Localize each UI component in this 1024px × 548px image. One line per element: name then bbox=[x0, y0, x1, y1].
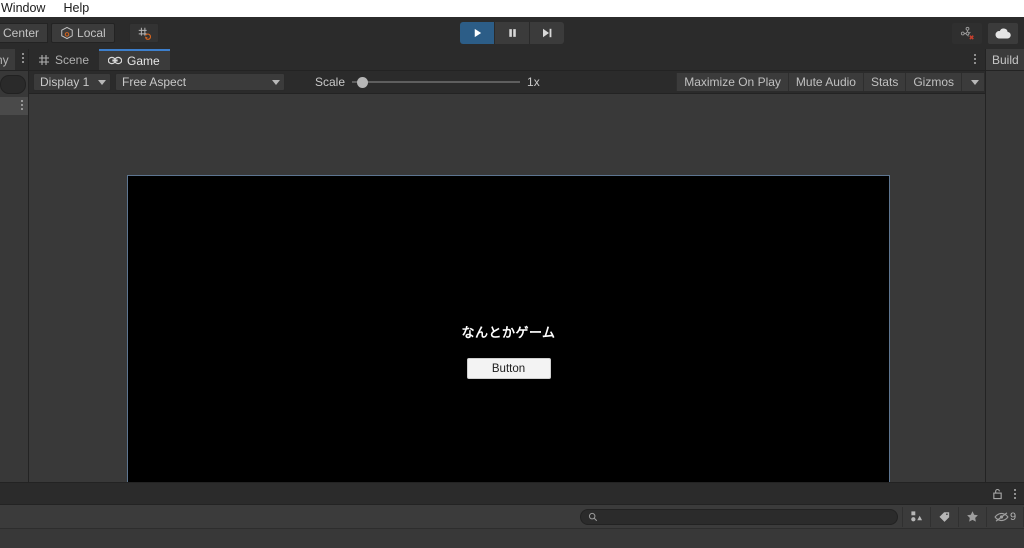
chevron-down-icon bbox=[971, 80, 979, 85]
project-tabbar bbox=[0, 483, 1024, 505]
play-icon bbox=[472, 27, 483, 39]
cloud-services-icon bbox=[994, 27, 1012, 40]
favorites-button[interactable] bbox=[958, 507, 986, 527]
hierarchy-search-input[interactable] bbox=[0, 75, 26, 94]
pivot-mode-label: Center bbox=[3, 26, 39, 40]
game-ui-button[interactable]: Button bbox=[467, 358, 551, 379]
os-menu-bar: Window Help bbox=[0, 0, 1024, 17]
scale-value: 1x bbox=[527, 75, 540, 89]
pivot-mode-button[interactable]: Center bbox=[0, 23, 48, 43]
menu-item-help[interactable]: Help bbox=[54, 0, 98, 17]
play-button[interactable] bbox=[460, 22, 495, 44]
pause-icon bbox=[507, 27, 518, 39]
project-tabbar-actions bbox=[992, 483, 1016, 504]
game-panel-tabstrip: Scene Game bbox=[29, 49, 986, 71]
grid-snap-icon bbox=[137, 26, 151, 40]
hidden-items-count: 9 bbox=[1010, 511, 1016, 523]
filter-by-label-icon bbox=[938, 510, 951, 523]
maximize-on-play-toggle[interactable]: Maximize On Play bbox=[676, 73, 789, 91]
menu-item-window[interactable]: Window bbox=[0, 0, 54, 17]
filter-by-type-button[interactable] bbox=[902, 507, 930, 527]
game-view-toggles: Maximize On Play Mute Audio Stats Gizmos bbox=[676, 73, 984, 91]
project-search-field[interactable] bbox=[580, 509, 898, 525]
tab-build-label: Build bbox=[992, 53, 1019, 67]
lock-icon[interactable] bbox=[992, 488, 1003, 500]
cloud-services-button[interactable] bbox=[988, 23, 1018, 44]
hierarchy-selected-row[interactable] bbox=[0, 97, 28, 115]
tab-game-label: Game bbox=[127, 54, 160, 68]
tab-hierarchy-label: hy bbox=[0, 53, 9, 67]
game-view-toolbar: Display 1 Free Aspect Scale 1x Maximize … bbox=[29, 71, 986, 94]
kebab-menu-icon bbox=[21, 53, 24, 63]
favorites-star-icon bbox=[966, 510, 979, 523]
scale-control: Scale 1x bbox=[315, 75, 540, 89]
inspector-tabbar: Build bbox=[986, 49, 1024, 71]
playback-controls bbox=[460, 22, 564, 44]
grid-snapping-button[interactable] bbox=[129, 23, 159, 43]
tab-scene-label: Scene bbox=[55, 53, 89, 67]
aspect-ratio-label: Free Aspect bbox=[122, 75, 186, 89]
tab-hierarchy[interactable]: hy bbox=[0, 49, 15, 70]
step-button[interactable] bbox=[530, 22, 564, 44]
step-icon bbox=[541, 27, 553, 39]
hierarchy-kebab-menu[interactable] bbox=[21, 53, 24, 63]
search-icon bbox=[588, 512, 598, 522]
scale-slider-thumb[interactable] bbox=[357, 77, 368, 88]
hidden-items-button[interactable]: 9 bbox=[986, 507, 1024, 527]
filter-by-label-button[interactable] bbox=[930, 507, 958, 527]
game-title-text: なんとかゲーム bbox=[128, 322, 889, 341]
handle-space-label: Local bbox=[77, 26, 106, 40]
kebab-menu-icon[interactable] bbox=[1013, 489, 1016, 499]
scale-slider[interactable] bbox=[352, 75, 520, 89]
tab-build[interactable]: Build bbox=[986, 49, 1024, 70]
aspect-ratio-dropdown[interactable]: Free Aspect bbox=[115, 73, 285, 91]
chevron-down-icon bbox=[98, 80, 106, 85]
scale-label: Scale bbox=[315, 75, 345, 89]
game-panel-kebab-menu[interactable] bbox=[973, 54, 976, 64]
stats-toggle[interactable]: Stats bbox=[864, 73, 906, 91]
pause-button[interactable] bbox=[495, 22, 530, 44]
cube-icon bbox=[60, 26, 74, 40]
hierarchy-row-kebab[interactable] bbox=[20, 100, 23, 110]
hidden-items-icon bbox=[994, 511, 1009, 523]
inspector-panel: Build bbox=[985, 49, 1024, 483]
playback-button-group bbox=[460, 22, 564, 44]
unity-editor-window: Window Help Center Local bbox=[0, 0, 1024, 547]
scene-grid-icon bbox=[38, 54, 50, 66]
gizmos-toggle[interactable]: Gizmos bbox=[906, 73, 962, 91]
filter-by-type-icon bbox=[910, 510, 923, 523]
collab-status-button[interactable] bbox=[952, 23, 982, 44]
gizmos-dropdown-button[interactable] bbox=[962, 73, 984, 91]
display-dropdown-label: Display 1 bbox=[40, 75, 89, 89]
game-view-body: なんとかゲーム Button bbox=[29, 94, 986, 483]
mute-audio-toggle[interactable]: Mute Audio bbox=[789, 73, 864, 91]
hierarchy-panel: hy bbox=[0, 49, 29, 483]
project-toolbar: 9 bbox=[0, 505, 1024, 529]
hierarchy-tabbar: hy bbox=[0, 49, 28, 71]
gamepad-icon bbox=[108, 55, 122, 66]
scale-slider-track bbox=[352, 81, 520, 83]
kebab-menu-icon bbox=[973, 54, 976, 64]
search-input[interactable] bbox=[598, 510, 890, 524]
collab-disconnected-icon bbox=[959, 25, 976, 42]
project-content-area bbox=[0, 529, 1024, 548]
toolbar-left-group: Center Local bbox=[0, 17, 159, 49]
tab-game[interactable]: Game bbox=[99, 49, 170, 70]
handle-space-button[interactable]: Local bbox=[51, 23, 115, 43]
game-render-surface[interactable]: なんとかゲーム Button bbox=[127, 175, 890, 490]
tab-scene[interactable]: Scene bbox=[29, 49, 99, 70]
main-toolbar: Center Local bbox=[0, 17, 1024, 50]
toolbar-right-group bbox=[952, 23, 1018, 44]
project-panel: 9 bbox=[0, 482, 1024, 547]
chevron-down-icon bbox=[272, 80, 280, 85]
game-view-panel: Scene Game Display 1 bbox=[29, 49, 986, 483]
kebab-menu-icon bbox=[20, 100, 23, 110]
display-dropdown[interactable]: Display 1 bbox=[33, 73, 111, 91]
